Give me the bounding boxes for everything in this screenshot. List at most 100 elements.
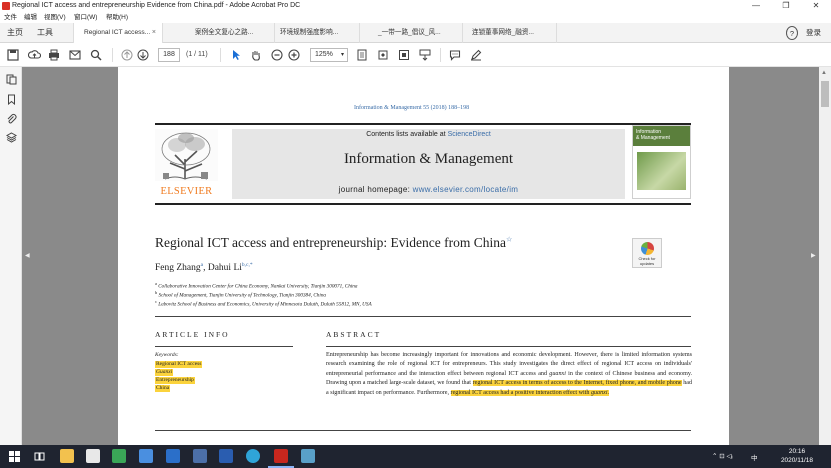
journal-cover-thumbnail: Information & Management bbox=[632, 125, 691, 199]
homepage-line: journal homepage: www.elsevier.com/locat… bbox=[232, 185, 625, 194]
affiliation: a Collaborative Innovation Center for Ch… bbox=[155, 281, 358, 290]
scroll-mode-icon[interactable] bbox=[418, 48, 432, 62]
rotate-view-icon[interactable] bbox=[376, 48, 390, 62]
crossmark-icon bbox=[641, 242, 654, 255]
hand-tool-icon[interactable] bbox=[249, 48, 263, 62]
restore-button[interactable]: ❐ bbox=[771, 0, 801, 12]
journal-name: Information & Management bbox=[343, 151, 514, 167]
journal-reference: Information & Management 55 (2018) 188–1… bbox=[354, 105, 470, 111]
zoom-in-icon[interactable] bbox=[287, 48, 301, 62]
sciencedirect-link[interactable]: ScienceDirect bbox=[448, 131, 491, 138]
menu-window[interactable]: 窗口(W) bbox=[74, 12, 97, 23]
attachment-icon[interactable] bbox=[6, 113, 17, 124]
store-icon[interactable] bbox=[86, 449, 100, 463]
homepage-prefix: journal homepage: bbox=[338, 185, 411, 194]
menu-file[interactable]: 文件 bbox=[4, 12, 17, 23]
system-tray-icons[interactable]: ⌃ ⊡ ◁ᵢ bbox=[712, 452, 733, 460]
highlighted-text[interactable]: guanxi bbox=[590, 389, 608, 396]
zoom-level-select[interactable]: 125% ▾ bbox=[310, 48, 348, 62]
login-button[interactable]: 登录 bbox=[806, 26, 821, 40]
menu-view[interactable]: 视图(V) bbox=[44, 12, 66, 23]
tab-document[interactable]: 环境规制强度影响... bbox=[270, 23, 360, 43]
zoom-out-icon[interactable] bbox=[270, 48, 284, 62]
vertical-scrollbar[interactable]: ▲ bbox=[819, 67, 831, 445]
next-page-icon[interactable] bbox=[136, 48, 150, 62]
page-number-input[interactable]: 188 bbox=[158, 48, 180, 62]
pen-draw-icon[interactable] bbox=[469, 48, 483, 62]
abstract-bottom-rule bbox=[155, 430, 691, 431]
pdf-page: Information & Management 55 (2018) 188–1… bbox=[118, 67, 729, 445]
upload-cloud-icon[interactable] bbox=[27, 48, 41, 62]
edge-browser-icon[interactable] bbox=[246, 449, 260, 463]
previous-page-icon[interactable] bbox=[120, 48, 134, 62]
affiliation-mark: a bbox=[155, 281, 157, 286]
app-icon[interactable] bbox=[193, 449, 207, 463]
journal-header-banner: Contents lists available at ScienceDirec… bbox=[232, 129, 625, 199]
abstract-text: Entrepreneurship has become increasingly… bbox=[326, 351, 692, 398]
tab-document[interactable]: 连锁董事网络_融资... bbox=[462, 23, 557, 43]
word-document-icon[interactable] bbox=[166, 449, 180, 463]
tab-home[interactable]: 主页 bbox=[7, 23, 23, 43]
window-title: Regional ICT access and entrepreneurship… bbox=[12, 2, 301, 9]
tab-document-active[interactable]: Regional ICT access... × bbox=[73, 23, 163, 43]
close-window-button[interactable]: ✕ bbox=[801, 0, 831, 12]
collapse-left-pane-icon[interactable]: ◀ bbox=[25, 252, 30, 259]
paper-title-text: Regional ICT access and entrepreneurship… bbox=[155, 235, 507, 250]
excel-icon[interactable] bbox=[112, 449, 126, 463]
layers-icon[interactable] bbox=[6, 132, 17, 143]
tab-document[interactable]: 案例全文复心之路... bbox=[185, 23, 275, 43]
keyword-item: Regional ICT access bbox=[155, 361, 203, 368]
help-icon[interactable]: ? bbox=[786, 26, 798, 40]
homepage-link[interactable]: www.elsevier.com/locate/im bbox=[413, 185, 519, 194]
fit-page-icon[interactable] bbox=[355, 48, 369, 62]
tab-tools[interactable]: 工具 bbox=[37, 23, 53, 43]
search-icon[interactable] bbox=[89, 48, 103, 62]
word-icon[interactable] bbox=[219, 449, 233, 463]
scrollbar-thumb[interactable] bbox=[821, 81, 829, 107]
windows-start-icon[interactable] bbox=[9, 451, 20, 462]
page-thumbnails-icon[interactable] bbox=[6, 74, 17, 85]
title-footnote-mark[interactable]: ☆ bbox=[506, 236, 512, 244]
save-icon[interactable] bbox=[6, 48, 20, 62]
abstract-segment: guanxi bbox=[549, 370, 566, 377]
author-name: Feng Zhang bbox=[155, 263, 201, 274]
print-icon[interactable] bbox=[47, 48, 61, 62]
acrobat-app-icon bbox=[2, 2, 10, 10]
toolbar-divider bbox=[220, 48, 221, 62]
section-rule bbox=[155, 316, 691, 317]
full-screen-icon[interactable] bbox=[397, 48, 411, 62]
task-view-icon[interactable] bbox=[34, 451, 45, 462]
select-cursor-icon[interactable] bbox=[229, 48, 243, 62]
input-language-indicator[interactable]: 中 bbox=[751, 452, 758, 462]
author-affiliation-mark[interactable]: b,c,* bbox=[242, 262, 253, 268]
tab-bar: 主页 工具 Regional ICT access... × 案例全文复心之路.… bbox=[0, 23, 831, 43]
bookmark-icon[interactable] bbox=[6, 94, 17, 105]
keywords-label: Keywords: bbox=[155, 352, 179, 358]
minimize-button[interactable]: — bbox=[741, 0, 771, 12]
file-explorer-icon[interactable] bbox=[60, 449, 74, 463]
highlighted-text[interactable]: regional ICT access in terms of access t… bbox=[472, 380, 682, 387]
system-clock[interactable]: 20:16 2020/11/18 bbox=[781, 447, 813, 465]
email-icon[interactable] bbox=[68, 48, 82, 62]
menu-edit[interactable]: 编辑 bbox=[24, 12, 37, 23]
highlighted-text[interactable]: . bbox=[607, 389, 610, 396]
tab-document-label: _一带一路_倡议_风... bbox=[378, 29, 441, 36]
tab-document-label: 案例全文复心之路... bbox=[195, 29, 254, 36]
affiliation-mark: c bbox=[155, 299, 157, 304]
tab-document[interactable]: _一带一路_倡议_风... bbox=[368, 23, 463, 43]
check-for-updates-badge[interactable]: Check for updates bbox=[632, 238, 662, 268]
menu-help[interactable]: 帮助(H) bbox=[106, 12, 128, 23]
zoom-level-value: 125% bbox=[315, 51, 333, 58]
close-tab-icon[interactable]: × bbox=[152, 23, 156, 43]
scroll-up-arrow-icon[interactable]: ▲ bbox=[821, 70, 827, 76]
tab-document-label: 环境规制强度影响... bbox=[280, 29, 339, 36]
acrobat-taskbar-icon[interactable] bbox=[274, 449, 288, 463]
app-icon[interactable] bbox=[301, 449, 315, 463]
highlighted-text[interactable]: regional ICT access had a positive inter… bbox=[450, 389, 591, 396]
expand-right-pane-icon[interactable]: ▶ bbox=[811, 252, 816, 259]
cover-banner: Information & Management bbox=[633, 126, 690, 146]
tab-document-label: Regional ICT access... bbox=[84, 29, 151, 36]
messaging-app-icon[interactable] bbox=[139, 449, 153, 463]
comment-icon[interactable] bbox=[448, 48, 462, 62]
contents-prefix: Contents lists available at bbox=[366, 131, 446, 138]
